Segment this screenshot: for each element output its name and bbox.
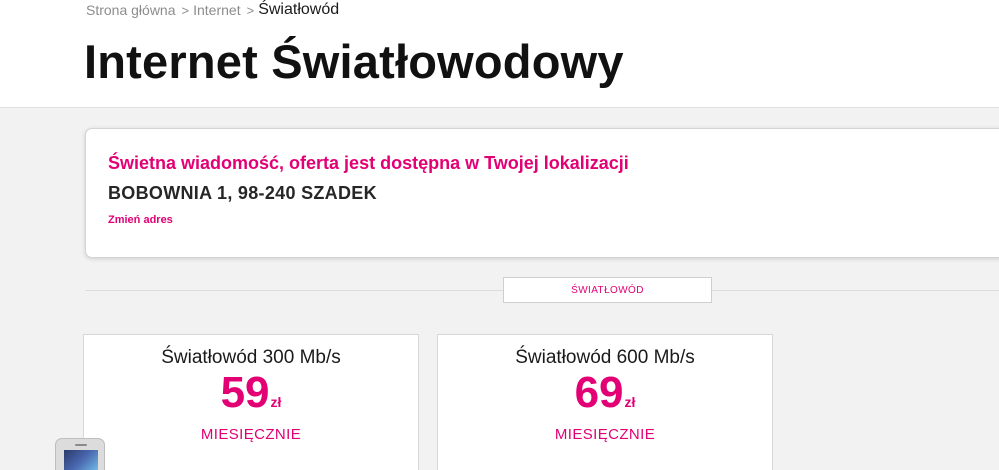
plan-card-600[interactable]: Światłowód 600 Mb/s 69 zł MIESIĘCZNIE bbox=[437, 334, 773, 470]
change-address-link[interactable]: Zmień adres bbox=[108, 214, 173, 226]
chevron-right-icon: > bbox=[181, 2, 190, 18]
page-title: Internet Światłowodowy bbox=[84, 35, 624, 88]
breadcrumb-current: Światłowód bbox=[258, 1, 340, 18]
page-header: Strona główna > Internet > Światłowód In… bbox=[0, 0, 999, 108]
phone-speaker bbox=[75, 444, 87, 446]
plan-card-300[interactable]: Światłowód 300 Mb/s 59 zł MIESIĘCZNIE bbox=[83, 334, 419, 470]
phone-screen bbox=[64, 450, 98, 470]
chevron-right-icon: > bbox=[246, 2, 255, 18]
breadcrumb-home-link[interactable]: Strona główna bbox=[86, 2, 176, 18]
price-amount: 59 bbox=[220, 368, 270, 417]
plan-price: 69 zł bbox=[438, 371, 772, 415]
address-availability-card: Świetna wiadomość, oferta jest dostępna … bbox=[85, 128, 999, 258]
price-currency: zł bbox=[270, 394, 282, 410]
breadcrumb-internet-link[interactable]: Internet bbox=[193, 2, 240, 18]
plan-name: Światłowód 600 Mb/s bbox=[515, 347, 695, 368]
plan-price: 59 zł bbox=[84, 371, 418, 415]
price-amount: 69 bbox=[574, 368, 624, 417]
plan-name: Światłowód 300 Mb/s bbox=[161, 347, 341, 368]
tab-fiber[interactable]: ŚWIATŁOWÓD bbox=[503, 277, 712, 303]
availability-message: Świetna wiadomość, oferta jest dostępna … bbox=[108, 153, 629, 173]
billing-period: MIESIĘCZNIE bbox=[554, 426, 656, 443]
breadcrumb: Strona główna > Internet > Światłowód bbox=[86, 0, 339, 20]
billing-period: MIESIĘCZNIE bbox=[200, 426, 302, 443]
address-text: BOBOWNIA 1, 98-240 SZADEK bbox=[108, 183, 377, 203]
smartphone-icon bbox=[55, 438, 105, 470]
price-currency: zł bbox=[624, 394, 636, 410]
